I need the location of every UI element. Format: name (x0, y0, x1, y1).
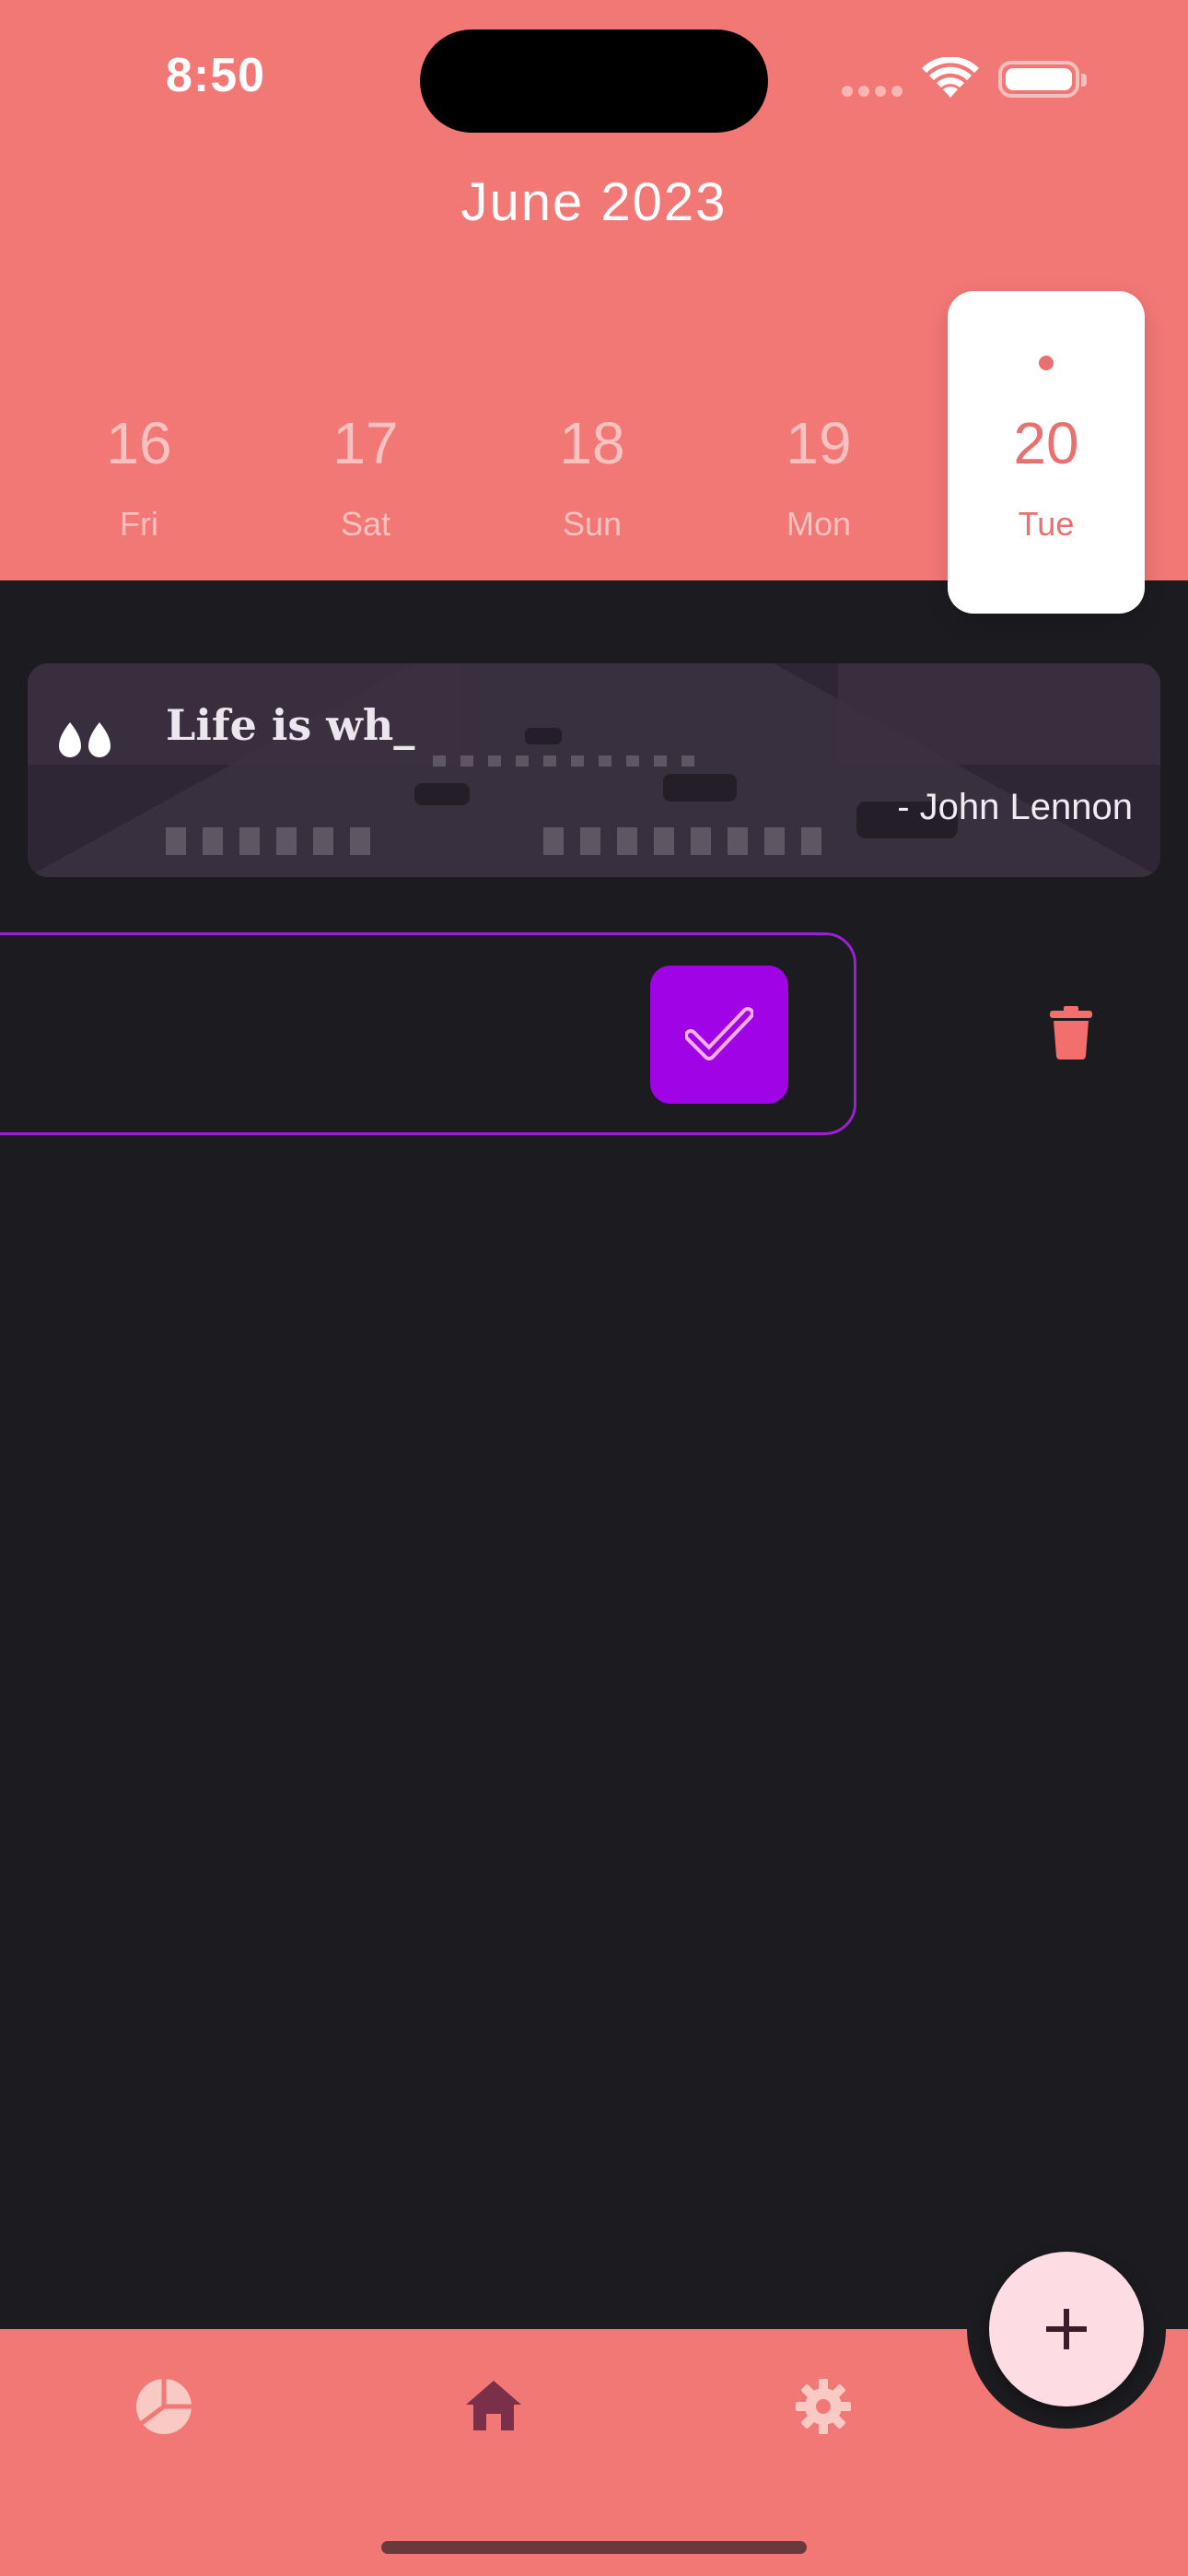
home-icon (466, 2381, 521, 2430)
day-17[interactable]: 17 Sat (267, 291, 464, 614)
day-20-selected[interactable]: 20 Tue (948, 291, 1145, 614)
quote-text: Life is wh_ (166, 700, 415, 750)
day-number: 16 (106, 410, 172, 476)
battery-icon (998, 61, 1087, 98)
day-number: 17 (332, 410, 399, 476)
day-number: 20 (1013, 410, 1079, 476)
home-indicator (381, 2541, 807, 2554)
dynamic-island (420, 29, 768, 133)
day-number: 18 (559, 410, 625, 476)
quote-author: - John Lennon (897, 787, 1133, 827)
gear-icon (796, 2379, 851, 2434)
day-weekday: Sat (340, 505, 391, 543)
nav-home[interactable] (464, 2377, 523, 2436)
plus-icon (1046, 2309, 1087, 2349)
status-time: 8:50 (166, 49, 266, 102)
day-weekday: Mon (786, 505, 852, 543)
wifi-icon (921, 56, 980, 106)
day-weekday: Fri (120, 505, 158, 543)
pie-chart-icon (136, 2379, 192, 2434)
month-label: June 2023 (460, 172, 728, 232)
cellular-signal-icon (842, 85, 908, 101)
selected-day-dot (1039, 356, 1054, 370)
add-task-button[interactable] (989, 2252, 1144, 2406)
nav-stats[interactable] (134, 2377, 193, 2436)
quote-card[interactable]: Life is wh_ - John Lennon (28, 663, 1160, 877)
delete-task-button[interactable] (1050, 1006, 1092, 1064)
quote-icon (59, 722, 111, 757)
nav-settings[interactable] (794, 2377, 853, 2436)
street-background-image (28, 663, 1160, 877)
day-number: 19 (786, 410, 852, 476)
day-18[interactable]: 18 Sun (494, 291, 691, 614)
day-weekday: Tue (1018, 505, 1075, 543)
day-weekday: Sun (562, 505, 623, 543)
check-icon (685, 1007, 753, 1060)
day-19[interactable]: 19 Mon (720, 291, 917, 614)
complete-task-button[interactable] (650, 966, 788, 1104)
day-16[interactable]: 16 Fri (41, 291, 238, 614)
trash-icon (1050, 1006, 1092, 1060)
